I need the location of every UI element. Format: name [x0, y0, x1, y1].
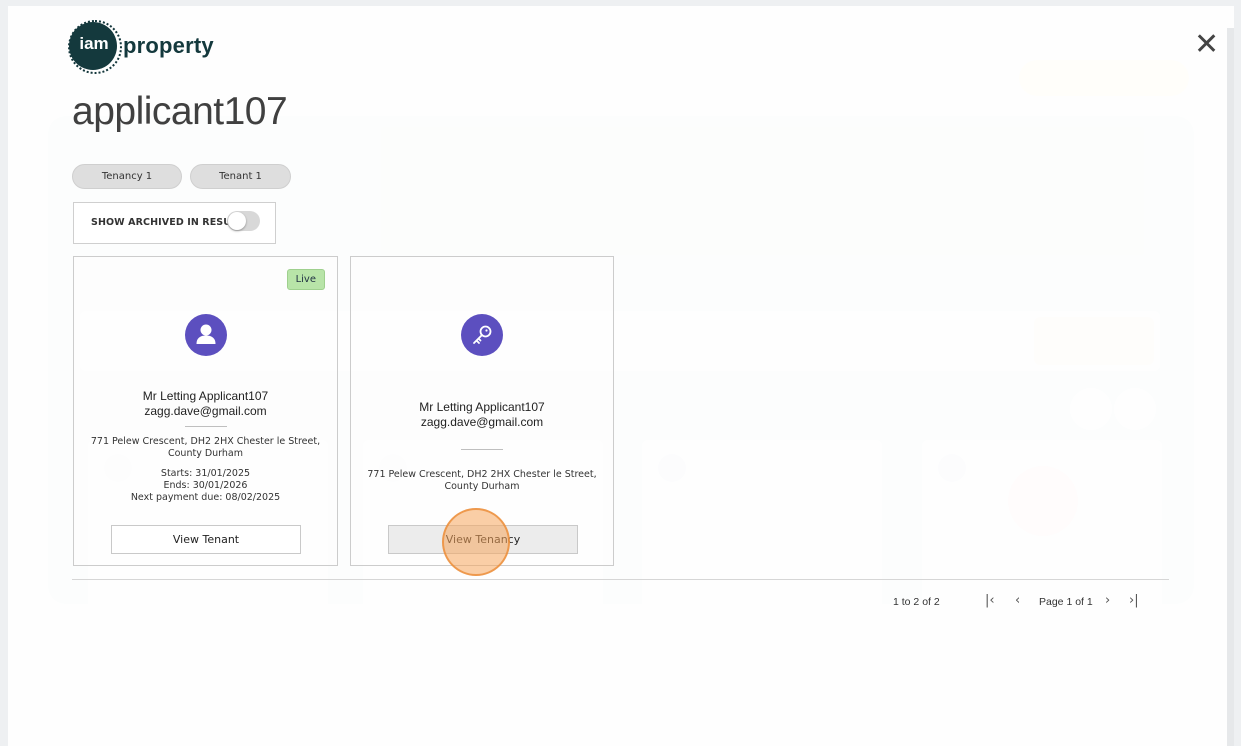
logo-iam-text: iam	[79, 34, 109, 53]
logo-property-text: property	[123, 33, 214, 58]
iam-property-logo: iam property	[68, 20, 228, 74]
prev-page-icon[interactable]: ‹	[1015, 593, 1020, 608]
tenant-name: Mr Letting Applicant107	[142, 389, 269, 403]
tab-tenancy[interactable]: Tenancy 1	[72, 164, 182, 189]
pagination-page: Page 1 of 1	[1039, 596, 1093, 608]
status-badge: Live	[286, 269, 325, 290]
person-icon	[185, 314, 227, 356]
page-title: applicant107	[72, 90, 288, 133]
key-icon	[461, 314, 503, 356]
tenancy-email: zagg.dave@gmail.com	[420, 415, 544, 429]
next-payment: Next payment due: 08/02/2025	[130, 492, 281, 503]
toggle-knob	[228, 212, 246, 230]
tab-tenant[interactable]: Tenant 1	[190, 164, 291, 189]
tenancy-address-line2: County Durham	[444, 481, 520, 492]
tenancy-start: Starts: 31/01/2025	[160, 468, 251, 479]
tenant-card: Live Mr Letting Applicant107 zagg.dave@g…	[73, 256, 338, 566]
divider	[461, 449, 503, 450]
show-archived-toggle[interactable]	[227, 211, 260, 231]
first-page-icon[interactable]: |‹	[985, 593, 995, 608]
show-archived-filter: SHOW ARCHIVED IN RESULTS	[73, 202, 276, 244]
tenant-address-line1: 771 Pelew Crescent, DH2 2HX Chester le S…	[90, 436, 321, 447]
tenant-email: zagg.dave@gmail.com	[144, 404, 267, 418]
pagination-range: 1 to 2 of 2	[893, 596, 940, 608]
divider	[185, 426, 227, 427]
tenancy-address-line1: 771 Pelew Crescent, DH2 2HX Chester le S…	[367, 469, 597, 480]
pagination-divider	[72, 579, 1169, 580]
view-tenancy-button[interactable]: View Tenancy	[388, 525, 578, 554]
tenancy-end: Ends: 30/01/2026	[163, 480, 248, 491]
close-icon[interactable]: ✕	[1194, 30, 1219, 60]
tenancy-search-modal: iam property ✕ applicant107 Tenancy 1 Te…	[8, 6, 1234, 746]
last-page-icon[interactable]: ›|	[1129, 593, 1139, 608]
tenancy-name: Mr Letting Applicant107	[419, 400, 545, 414]
view-tenant-button[interactable]: View Tenant	[111, 525, 301, 554]
tenancy-card: Mr Letting Applicant107 zagg.dave@gmail.…	[350, 256, 614, 566]
tenant-address-line2: County Durham	[167, 448, 244, 459]
show-archived-label: SHOW ARCHIVED IN RESULTS	[91, 217, 250, 228]
next-page-icon[interactable]: ›	[1105, 593, 1110, 608]
scrollbar[interactable]	[1227, 28, 1234, 746]
